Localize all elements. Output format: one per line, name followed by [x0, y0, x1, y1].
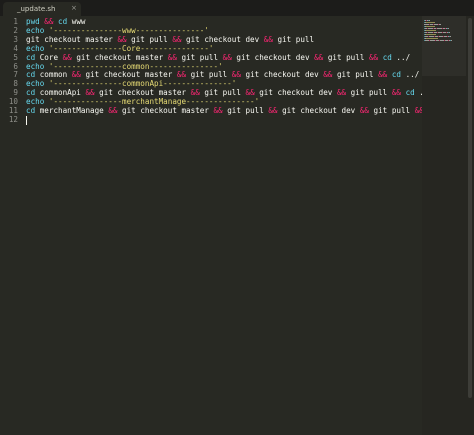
text-token: git pull	[126, 34, 173, 44]
tab-bar: _update.sh ×	[0, 0, 474, 16]
minimap-line	[426, 34, 437, 35]
text-token: git checkout dev	[277, 106, 360, 115]
operator-token: &&	[368, 52, 379, 62]
minimap-line	[449, 36, 451, 37]
minimap-line	[448, 32, 450, 33]
operator-token: &&	[336, 88, 347, 98]
keyword-token: echo	[26, 79, 45, 89]
operator-token: &&	[263, 34, 273, 44]
operator-token: &&	[85, 88, 95, 98]
keyword-token: cd	[26, 52, 36, 62]
operator-token: &&	[62, 52, 72, 62]
text-token: www	[67, 17, 86, 26]
line-number: 12	[8, 114, 18, 124]
keyword-token: cd	[26, 106, 36, 115]
code-line[interactable]: cd merchantManage && git checkout master…	[26, 106, 422, 116]
operator-token: &&	[314, 52, 324, 62]
text-token: Core	[35, 52, 63, 62]
text-token: git pull	[346, 88, 392, 98]
operator-token: &&	[117, 34, 127, 44]
text-token: git checkout master	[94, 88, 191, 98]
text-token: git pull	[186, 70, 232, 80]
text-token: git checkout dev	[231, 52, 315, 62]
operator-token: &&	[359, 106, 369, 115]
minimap-line	[429, 20, 430, 21]
text-token: git pull	[222, 106, 269, 115]
string-token: '---------------www---------------'	[48, 25, 209, 35]
tab-update-sh[interactable]: _update.sh ×	[3, 2, 81, 16]
text-token: git pull	[368, 106, 415, 115]
minimap-line	[426, 22, 435, 23]
operator-token: &&	[378, 70, 388, 80]
line-number-gutter: 1 2 3 4 5 6 7 8 9 10 11 12	[0, 16, 22, 435]
text-token: ../	[391, 52, 411, 62]
minimap-line	[439, 24, 442, 25]
operator-token: &&	[213, 106, 223, 115]
text-token: git checkout master	[80, 70, 177, 80]
text-token: git checkout dev	[254, 88, 337, 98]
text-token: ../	[415, 88, 422, 97]
operator-token: &&	[268, 106, 278, 115]
keyword-token: pwd	[26, 17, 40, 26]
operator-token: &&	[176, 70, 187, 80]
keyword-token: cd	[26, 88, 36, 98]
text-token: commonApi	[35, 88, 86, 98]
operator-token: &&	[231, 70, 241, 80]
text-token: git checkout dev	[240, 70, 324, 80]
text-token: git checkout master	[71, 52, 168, 62]
minimap-line	[450, 40, 452, 41]
keyword-token: cd	[405, 88, 415, 98]
operator-token: &&	[71, 70, 81, 80]
text-token: git checkout dev	[181, 34, 264, 44]
tab-label: _update.sh	[17, 5, 56, 13]
string-token: '---------------merchantManage----------…	[48, 97, 260, 107]
minimap-viewport[interactable]	[422, 16, 466, 76]
operator-token: &&	[414, 106, 422, 115]
minimap-line	[448, 28, 450, 29]
minimap[interactable]	[422, 16, 466, 435]
text-token: git pull	[176, 52, 223, 62]
scrollbar[interactable]	[466, 16, 474, 435]
text-token: git pull	[199, 88, 246, 98]
text-token: ../	[401, 70, 420, 80]
operator-token: &&	[245, 88, 255, 98]
keyword-token: cd	[382, 52, 392, 62]
keyword-token: echo	[26, 43, 45, 53]
keyword-token: echo	[26, 25, 45, 35]
minimap-line	[426, 30, 436, 31]
operator-token: &&	[167, 52, 177, 62]
text-cursor	[26, 115, 27, 125]
text-token: git checkout master	[26, 34, 118, 44]
string-token: '---------------Core---------------'	[48, 43, 214, 53]
operator-token: &&	[190, 88, 200, 98]
scrollbar-thumb[interactable]	[468, 18, 472, 398]
text-token: git checkout master	[117, 106, 214, 115]
close-icon[interactable]: ×	[71, 4, 77, 12]
text-token: merchantManage	[35, 106, 109, 115]
string-token: '---------------commonApi---------------…	[48, 79, 237, 89]
minimap-line	[426, 26, 435, 27]
operator-token: &&	[391, 88, 401, 98]
operator-token: &&	[222, 52, 232, 62]
text-token: git pull	[332, 70, 379, 80]
keyword-token: cd	[26, 70, 36, 80]
keyword-token: cd	[58, 17, 68, 26]
keyword-token: cd	[391, 70, 401, 80]
text-token: common	[35, 70, 72, 80]
minimap-line	[426, 38, 438, 39]
keyword-token: echo	[26, 97, 45, 107]
keyword-token: echo	[26, 61, 45, 71]
string-token: '---------------common---------------'	[48, 61, 223, 71]
code-editor[interactable]: pwd && cd www echo '---------------www---…	[26, 16, 422, 435]
text-token: git pull	[323, 52, 369, 62]
text-token: git pull	[272, 34, 315, 44]
